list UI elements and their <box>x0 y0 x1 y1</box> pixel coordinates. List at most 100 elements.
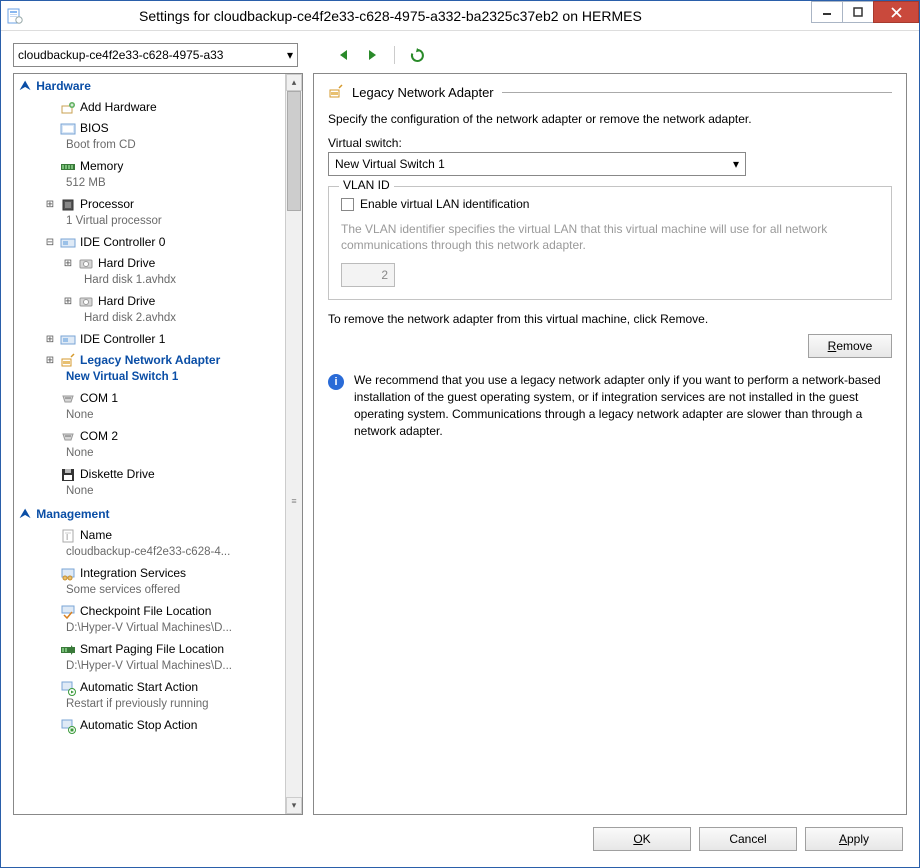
nav-com2[interactable]: COM 2 None <box>14 426 285 464</box>
checkpoint-icon <box>60 604 76 620</box>
expand-icon[interactable]: ⊞ <box>62 255 74 272</box>
autostart-icon <box>60 680 76 696</box>
scroll-track[interactable]: ≡ <box>286 91 302 797</box>
nav-hd1[interactable]: ⊞ Hard Drive Hard disk 1.avhdx <box>14 253 285 291</box>
vlan-checkbox[interactable] <box>341 198 354 211</box>
settings-icon <box>1 2 29 30</box>
expand-icon[interactable]: ⊞ <box>44 352 56 369</box>
ok-button[interactable]: OK <box>593 827 691 851</box>
info-icon: i <box>328 374 344 390</box>
nav-integration[interactable]: Integration Services Some services offer… <box>14 563 285 601</box>
nav-legacy-nic[interactable]: ⊞ Legacy Network Adapter New Virtual Swi… <box>14 350 285 388</box>
nav-checkpoint[interactable]: Checkpoint File Location D:\Hyper-V Virt… <box>14 601 285 639</box>
nav-bios[interactable]: BIOS Boot from CD <box>14 118 285 156</box>
nav-label: Processor <box>80 196 134 213</box>
maximize-button[interactable] <box>842 1 874 23</box>
remove-row: To remove the network adapter from this … <box>328 312 892 358</box>
com-port-icon <box>60 391 76 407</box>
remove-instruction: To remove the network adapter from this … <box>328 312 892 326</box>
refresh-button[interactable] <box>407 45 427 65</box>
nav-sublabel: None <box>22 483 285 500</box>
name-icon: I <box>60 528 76 544</box>
vlan-groupbox: VLAN ID Enable virtual LAN identificatio… <box>328 186 892 300</box>
hardware-label: Hardware <box>36 79 91 93</box>
nav-sublabel: Hard disk 2.avhdx <box>22 310 285 327</box>
nav-label: Name <box>80 527 112 544</box>
close-button[interactable] <box>873 1 919 23</box>
nav-tree[interactable]: ⮝ Hardware Add Hardware BIOS Boot from C… <box>14 74 285 814</box>
com-port-icon <box>60 429 76 445</box>
controller-icon <box>60 332 76 348</box>
nav-label: COM 2 <box>80 428 118 445</box>
nav-label: Legacy Network Adapter <box>80 352 220 369</box>
vm-selector-dropdown[interactable]: cloudbackup-ce4f2e33-c628-4975-a33 ▾ <box>13 43 298 67</box>
vlan-id-input: 2 <box>341 263 395 287</box>
collapse-icon[interactable]: ⊟ <box>44 234 56 251</box>
nav-ide1[interactable]: ⊞ IDE Controller 1 <box>14 329 285 350</box>
harddrive-icon <box>78 294 94 310</box>
nav-sublabel: Restart if previously running <box>22 696 285 713</box>
nav-ide0[interactable]: ⊟ IDE Controller 0 <box>14 232 285 253</box>
info-row: i We recommend that you use a legacy net… <box>328 372 892 439</box>
nav-paging[interactable]: Smart Paging File Location D:\Hyper-V Vi… <box>14 639 285 677</box>
hardware-category[interactable]: ⮝ Hardware <box>14 74 285 97</box>
prev-button[interactable] <box>334 45 354 65</box>
nav-sublabel: D:\Hyper-V Virtual Machines\D... <box>22 620 285 637</box>
nav-hd2[interactable]: ⊞ Hard Drive Hard disk 2.avhdx <box>14 291 285 329</box>
vswitch-dropdown[interactable]: New Virtual Switch 1 ▾ <box>328 152 746 176</box>
nic-icon <box>60 353 76 369</box>
remove-button[interactable]: Remove <box>808 334 892 358</box>
nav-sublabel: D:\Hyper-V Virtual Machines\D... <box>22 658 285 675</box>
nav-autostart[interactable]: Automatic Start Action Restart if previo… <box>14 677 285 715</box>
nav-label: IDE Controller 0 <box>80 234 165 251</box>
dialog-buttons: OK Cancel Apply <box>13 815 907 855</box>
svg-text:I: I <box>66 533 68 542</box>
nav-autostop[interactable]: Automatic Stop Action <box>14 715 285 736</box>
management-category[interactable]: ⮝ Management <box>14 502 285 525</box>
section-description: Specify the configuration of the network… <box>328 112 892 126</box>
nav-sublabel: Hard disk 1.avhdx <box>22 272 285 289</box>
expand-icon[interactable]: ⊞ <box>62 293 74 310</box>
apply-button[interactable]: Apply <box>805 827 903 851</box>
nav-diskette[interactable]: Diskette Drive None <box>14 464 285 502</box>
vlan-checkbox-row[interactable]: Enable virtual LAN identification <box>341 197 879 211</box>
nav-label: Add Hardware <box>80 99 157 116</box>
toolbar-divider <box>394 46 395 64</box>
cancel-button[interactable]: Cancel <box>699 827 797 851</box>
vlan-checkbox-label: Enable virtual LAN identification <box>360 197 529 211</box>
nav-add-hardware[interactable]: Add Hardware <box>14 97 285 118</box>
nav-sublabel: New Virtual Switch 1 <box>22 369 285 386</box>
expand-icon[interactable]: ⊞ <box>44 331 56 348</box>
paging-icon <box>60 642 76 658</box>
vlan-description: The VLAN identifier specifies the virtua… <box>341 221 879 253</box>
nav-com1[interactable]: COM 1 None <box>14 388 285 426</box>
collapse-icon: ⮝ <box>20 506 30 521</box>
nav-sublabel: None <box>22 407 285 424</box>
tree-scrollbar[interactable]: ▴ ≡ ▾ <box>285 74 302 814</box>
chevron-down-icon: ▾ <box>733 157 739 171</box>
nav-label: Hard Drive <box>98 293 155 310</box>
scroll-grip-icon: ≡ <box>287 491 301 511</box>
collapse-icon: ⮝ <box>20 78 30 93</box>
scroll-up-icon[interactable]: ▴ <box>286 74 302 91</box>
minimize-button[interactable] <box>811 1 843 23</box>
nav-memory[interactable]: Memory 512 MB <box>14 156 285 194</box>
expand-icon[interactable]: ⊞ <box>44 196 56 213</box>
nav-label: Automatic Stop Action <box>80 717 197 734</box>
vswitch-label: Virtual switch: <box>328 136 892 150</box>
nav-label: Checkpoint File Location <box>80 603 211 620</box>
nav-label: Automatic Start Action <box>80 679 198 696</box>
nav-processor[interactable]: ⊞ Processor 1 Virtual processor <box>14 194 285 232</box>
nav-name[interactable]: I Name cloudbackup-ce4f2e33-c628-4... <box>14 525 285 563</box>
nav-tree-pane: ⮝ Hardware Add Hardware BIOS Boot from C… <box>13 73 303 815</box>
processor-icon <box>60 197 76 213</box>
settings-window: Settings for cloudbackup-ce4f2e33-c628-4… <box>0 0 920 868</box>
next-button[interactable] <box>362 45 382 65</box>
nav-sublabel: None <box>22 445 285 462</box>
scroll-down-icon[interactable]: ▾ <box>286 797 302 814</box>
section-header: Legacy Network Adapter <box>328 84 892 100</box>
scroll-thumb[interactable] <box>287 91 301 211</box>
vlan-legend: VLAN ID <box>339 178 394 192</box>
nav-label: Integration Services <box>80 565 186 582</box>
nav-sublabel: Boot from CD <box>22 137 285 154</box>
